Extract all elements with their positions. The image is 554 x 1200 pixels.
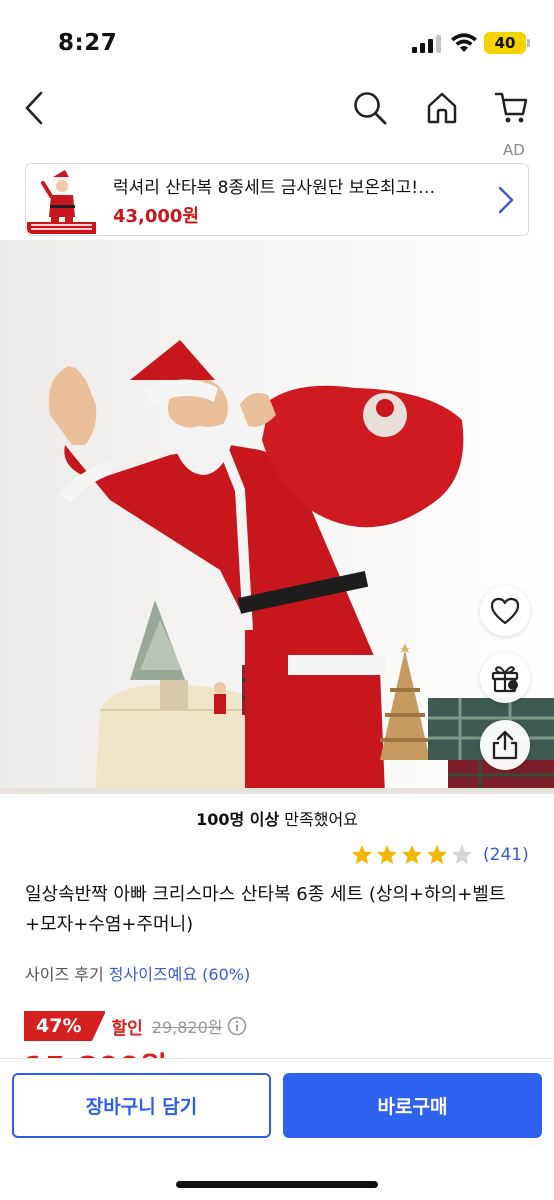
buy-now-button[interactable]: 바로구매 <box>283 1073 542 1138</box>
search-icon <box>354 92 387 125</box>
product-image[interactable] <box>0 240 554 794</box>
cart-button[interactable] <box>490 86 534 130</box>
home-indicator <box>176 1181 378 1188</box>
santa-costume-photo <box>0 240 554 794</box>
satisfied-count: 100명 이상 <box>196 810 280 829</box>
share-button[interactable] <box>480 720 530 770</box>
chevron-right-icon <box>498 186 514 214</box>
home-button[interactable] <box>420 86 464 130</box>
original-price: 29,820원 <box>151 1018 223 1037</box>
star-filled-icon <box>352 845 372 864</box>
status-time: 8:27 <box>58 30 118 56</box>
wifi-icon <box>451 33 477 52</box>
discount-row: 47% 할인 29,820원 <box>24 1011 247 1041</box>
satisfied-label: 만족했어요 <box>279 810 358 829</box>
size-review[interactable]: 사이즈 후기 정사이즈예요 (60%) <box>25 961 250 985</box>
rating[interactable]: (241) <box>350 843 529 867</box>
star-filled-icon <box>377 845 397 864</box>
share-icon <box>492 730 518 760</box>
santa-thumbnail-image <box>27 165 96 234</box>
bottom-action-bar: 장바구니 담기 바로구매 <box>0 1058 554 1200</box>
ad-banner[interactable]: 럭셔리 산타복 8종세트 금사원단 보온최고!… 43,000원 <box>25 163 529 236</box>
add-to-cart-button[interactable]: 장바구니 담기 <box>12 1073 271 1138</box>
status-bar: 8:27 40 <box>0 0 554 80</box>
cellular-signal-icon <box>412 35 441 53</box>
star-filled-icon <box>427 845 447 864</box>
star-filled-icon <box>402 845 422 864</box>
ad-price: 43,000원 <box>113 206 200 227</box>
gift-button[interactable] <box>480 653 530 703</box>
back-button[interactable] <box>12 86 56 130</box>
satisfaction-text: 100명 이상 만족했어요 <box>0 806 554 830</box>
review-count: (241) <box>483 845 529 865</box>
ad-label: AD <box>503 141 525 159</box>
wishlist-button[interactable] <box>480 586 530 636</box>
discount-badge: 47% <box>24 1011 107 1041</box>
search-button[interactable] <box>348 86 392 130</box>
product-title: 일상속반짝 아빠 크리스마스 산타복 6종 세트 (상의+하의+벨트+모자+수염… <box>25 884 506 935</box>
battery-indicator: 40 <box>484 32 526 54</box>
ad-thumbnail <box>27 165 96 234</box>
cart-icon <box>494 92 528 123</box>
size-review-value: 정사이즈예요 (60%) <box>108 965 251 984</box>
gift-icon <box>491 666 519 693</box>
top-navigation <box>0 80 554 136</box>
battery-cap <box>527 39 530 47</box>
discount-label: 할인 <box>111 1018 143 1039</box>
info-icon[interactable] <box>227 1016 247 1036</box>
size-review-label: 사이즈 후기 <box>25 965 104 984</box>
heart-icon <box>490 597 520 625</box>
ad-title: 럭셔리 산타복 8종세트 금사원단 보온최고!… <box>113 178 436 198</box>
home-icon <box>427 92 457 124</box>
star-empty-icon <box>452 845 472 864</box>
chevron-left-icon <box>25 91 43 125</box>
